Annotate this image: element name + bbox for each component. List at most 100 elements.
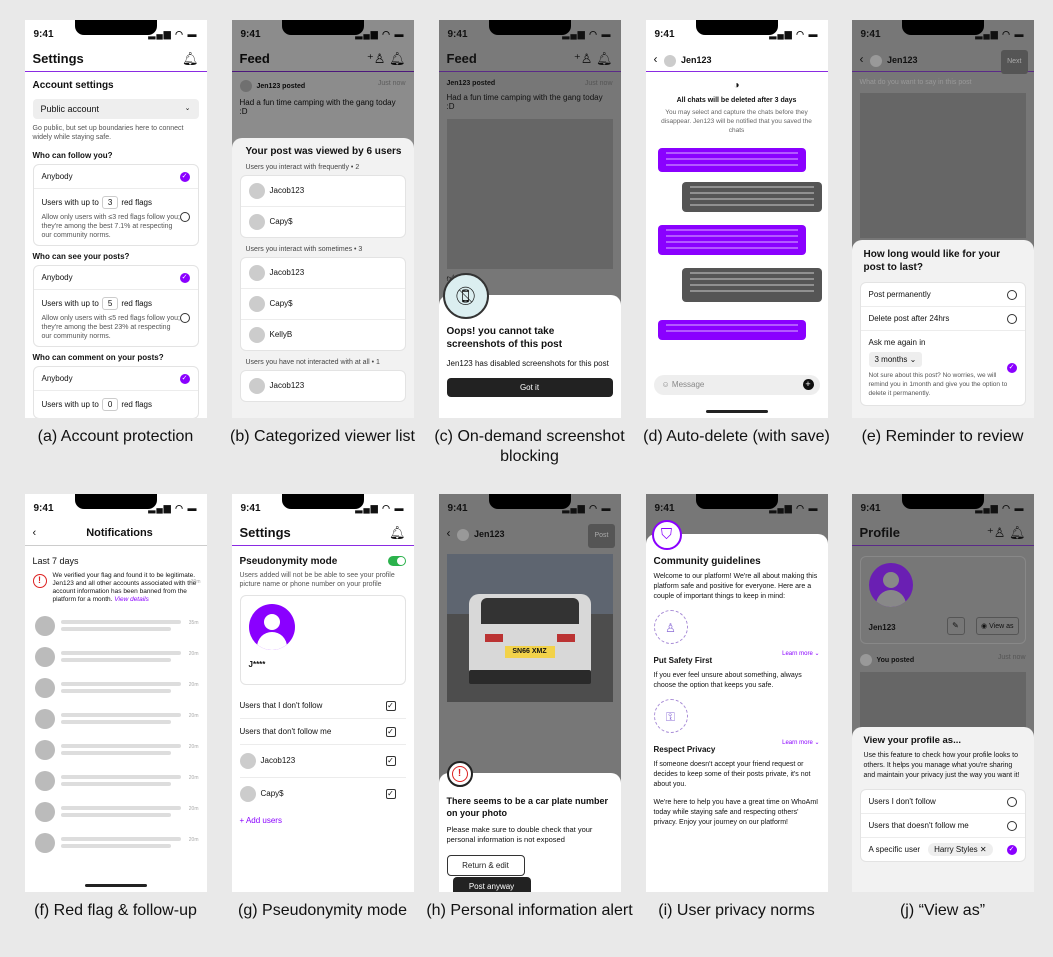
- checkbox[interactable]: ✓: [385, 726, 396, 737]
- compose-user: Jen123: [887, 55, 918, 65]
- alert-body: Please make sure to double check that yo…: [446, 825, 593, 844]
- user-row[interactable]: Capy$: [240, 289, 405, 320]
- item-time: 20m: [188, 682, 199, 688]
- back-icon[interactable]: ‹: [860, 52, 864, 66]
- notification-time: 30m: [190, 579, 201, 585]
- emoji-icon[interactable]: ☺: [662, 380, 670, 389]
- option-anybody[interactable]: Anybody ✓: [33, 367, 198, 391]
- account-type-dropdown[interactable]: Public account ⌄: [32, 99, 199, 119]
- mode-desc: Users added will not be be able to see y…: [239, 572, 395, 588]
- sheet-title: How long would like for your post to las…: [863, 249, 1001, 273]
- chat-bubble-received[interactable]: [681, 182, 822, 212]
- chat-bubble-received[interactable]: [681, 268, 822, 302]
- list-item[interactable]: 35m: [33, 614, 199, 638]
- option-not-followers[interactable]: Users that doesn't follow me: [860, 814, 1025, 838]
- notch: [74, 20, 157, 35]
- view-as-button[interactable]: ◉ View as: [976, 617, 1019, 635]
- item-label: Users that I don't follow: [239, 701, 323, 710]
- user-row[interactable]: Jacob123: [241, 371, 405, 401]
- phone-screen: 9:41 ▂▄▆ ◠ ▬ Feed ⁺♙ 🔔︎ Jen123 posted Just …: [438, 20, 621, 418]
- message-input[interactable]: ☺ Message +: [653, 375, 820, 395]
- option-red-flag-limit[interactable]: Users with up to 5 red flags Allow only use…: [34, 290, 198, 346]
- radio[interactable]: [1006, 820, 1017, 831]
- back-icon[interactable]: ‹: [654, 52, 658, 66]
- chat-bubble-sent[interactable]: [657, 225, 806, 255]
- duration-dropdown[interactable]: 3 months ⌄: [868, 352, 923, 367]
- radio[interactable]: [1006, 289, 1017, 300]
- user-row[interactable]: KellyB: [241, 320, 405, 350]
- back-icon[interactable]: ‹: [447, 526, 451, 540]
- flag-count[interactable]: 5: [101, 297, 119, 310]
- option-permanent[interactable]: Post permanently: [860, 283, 1025, 307]
- back-icon[interactable]: ‹: [33, 524, 37, 542]
- list-item[interactable]: 20m: [33, 769, 199, 793]
- option-ask-again[interactable]: Ask me again in 3 months ⌄ Not sure about …: [861, 331, 1025, 405]
- view-details-link[interactable]: View details: [114, 596, 149, 603]
- edit-icon[interactable]: ✎: [946, 617, 965, 635]
- radio[interactable]: [179, 313, 190, 323]
- user-chip[interactable]: Harry Styles ✕: [928, 843, 993, 856]
- user-row[interactable]: Jacob123: [240, 176, 405, 207]
- option-anybody[interactable]: Anybody ✓: [33, 165, 198, 189]
- user-row[interactable]: Capy$: [241, 207, 405, 237]
- add-users-button[interactable]: + Add users: [240, 816, 406, 825]
- list-item[interactable]: 20m: [33, 707, 199, 731]
- username: Jacob123: [269, 381, 305, 391]
- radio[interactable]: [179, 212, 190, 222]
- list-item[interactable]: 20m: [33, 800, 199, 824]
- list-item[interactable]: Capy$ ✓: [239, 778, 406, 810]
- flag-count[interactable]: 0: [101, 398, 119, 411]
- chat-bubble-sent[interactable]: [657, 148, 806, 172]
- compose-header: ‹ Jen123 Next: [851, 50, 1034, 74]
- chat-bubble-sent[interactable]: [657, 320, 806, 340]
- avatar: [248, 327, 265, 343]
- list-item[interactable]: 20m: [33, 676, 199, 700]
- add-user-and-bell-icons[interactable]: ⁺♙ 🔔︎: [574, 50, 613, 68]
- flag-count[interactable]: 3: [101, 196, 119, 209]
- list-item[interactable]: 20m: [33, 831, 199, 855]
- user-row[interactable]: Jacob123: [240, 258, 405, 289]
- post-button[interactable]: Post: [588, 524, 615, 548]
- close-icon[interactable]: ✕: [980, 845, 987, 854]
- alert-title: There seems to be a car plate number on …: [446, 796, 609, 818]
- add-icon[interactable]: +: [802, 379, 814, 390]
- checkbox[interactable]: ✓: [385, 700, 396, 711]
- radio[interactable]: [1006, 313, 1017, 324]
- pseudonymity-toggle[interactable]: [387, 556, 406, 566]
- checkbox[interactable]: ✓: [385, 789, 396, 799]
- return-edit-button[interactable]: Return & edit: [446, 855, 525, 876]
- checkbox[interactable]: ✓: [385, 756, 396, 766]
- add-user-and-bell-icons[interactable]: ⁺♙ 🔔︎: [987, 524, 1026, 542]
- bell-icon[interactable]: 🔔︎: [389, 524, 406, 542]
- message-placeholder: Message: [671, 380, 705, 389]
- caption: (a) Account protection: [37, 428, 194, 445]
- learn-more-label: Learn more: [782, 740, 813, 746]
- option-specific-user[interactable]: A specific user Harry Styles ✕ ✓: [861, 838, 1025, 861]
- username: KellyB: [269, 330, 293, 340]
- option-24hrs[interactable]: Delete post after 24hrs: [860, 307, 1025, 331]
- next-button[interactable]: Next: [1001, 50, 1028, 74]
- bell-icon[interactable]: 🔔︎: [182, 50, 199, 68]
- option-red-flag-limit[interactable]: Users with up to 3 red flags Allow only use…: [34, 189, 198, 245]
- notification-flag[interactable]: ! We verified your flag and found it to …: [32, 572, 201, 604]
- hint-text: Go public, but set up boundaries here to…: [32, 125, 184, 141]
- list-item[interactable]: Users that I don't follow ✓: [239, 693, 406, 719]
- section-title: Last 7 days: [32, 556, 79, 566]
- learn-more-link[interactable]: Learn more ⌄: [782, 739, 819, 746]
- list-item[interactable]: 20m: [33, 645, 199, 669]
- option-label: Ask me again in: [868, 338, 926, 347]
- option-not-following[interactable]: Users I don't follow: [860, 790, 1025, 814]
- got-it-button[interactable]: Got it: [446, 378, 613, 397]
- option-red-flag-limit[interactable]: Users with up to 0 red flags: [34, 391, 198, 418]
- compose-prompt[interactable]: What do you want to say in this post: [860, 79, 1026, 86]
- list-item[interactable]: Jacob123 ✓: [239, 745, 406, 778]
- option-anybody[interactable]: Anybody ✓: [33, 266, 198, 290]
- hidden-from-list: Users that I don't follow ✓ Users that do…: [239, 693, 406, 810]
- learn-more-link[interactable]: Learn more ⌄: [782, 650, 819, 657]
- list-item[interactable]: Users that don't follow me ✓: [239, 719, 406, 745]
- group-frequent: Jacob123 Capy$: [239, 175, 406, 238]
- group-sometimes: Jacob123 Capy$ KellyB: [239, 257, 406, 351]
- post-anyway-button[interactable]: Post anyway: [452, 877, 531, 892]
- radio[interactable]: [1006, 796, 1017, 807]
- list-item[interactable]: 20m: [33, 738, 199, 762]
